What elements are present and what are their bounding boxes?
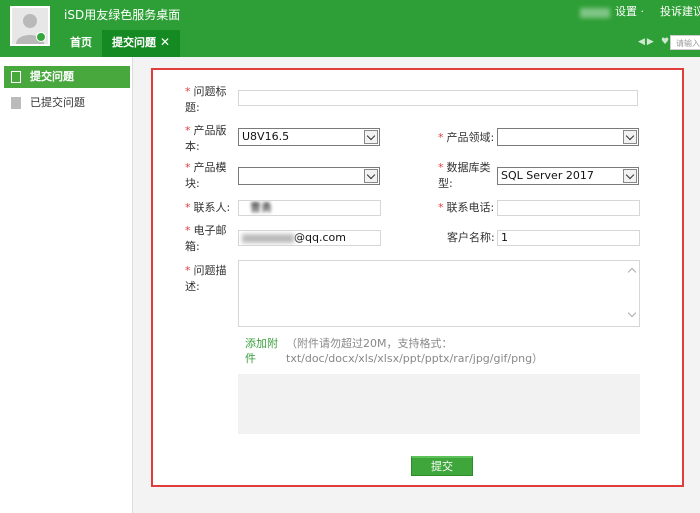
settings-menu[interactable]: 设置 · [615, 3, 644, 19]
database-type-label: * 数据库类型: [438, 161, 491, 190]
attachment-dropzone[interactable] [238, 374, 640, 434]
description-textarea[interactable] [238, 260, 640, 327]
customer-name-input[interactable]: 1 [497, 230, 640, 246]
contact-input[interactable]: 曹勇 [238, 200, 381, 216]
submit-button[interactable]: 提交 [411, 456, 473, 476]
online-check-icon [36, 32, 46, 42]
tab-submit-label: 提交问题 [112, 36, 156, 49]
user-avatar[interactable] [10, 6, 50, 46]
email-redacted [242, 233, 294, 243]
database-type-value: SQL Server 2017 [501, 169, 594, 182]
customer-name-value: 1 [501, 231, 508, 244]
email-label: * 电子邮箱: [185, 224, 227, 253]
sidebar-item-label: 已提交问题 [30, 96, 85, 109]
description-label: * 问题描述: [185, 264, 227, 293]
attachment-note: （附件请勿超过20M，支持格式：txt/doc/docx/xls/xlsx/pp… [286, 337, 544, 365]
add-attachment-link[interactable]: 添加附件 [245, 336, 279, 366]
question-title-input[interactable] [238, 90, 638, 106]
search-input[interactable]: 请输入 [670, 35, 700, 50]
email-input[interactable]: @qq.com [238, 230, 381, 246]
edit-check-icon [11, 71, 21, 83]
contact-label: * 联系人: [185, 201, 231, 214]
app-title: iSD用友绿色服务桌面 [64, 8, 181, 22]
phone-label: * 联系电话: [438, 201, 495, 214]
chevron-down-icon [623, 169, 637, 183]
product-module-label: * 产品模块: [185, 161, 227, 190]
sidebar-item-submit-question[interactable]: 提交问题 [4, 66, 130, 88]
question-title-label: * 问题标题: [185, 85, 227, 114]
sidebar-item-label: 提交问题 [30, 70, 74, 83]
email-value: @qq.com [294, 231, 346, 244]
close-icon[interactable]: ✕ [160, 30, 170, 55]
tab-scroll-arrows-icon[interactable]: ◀▶ [638, 37, 656, 47]
chevron-down-icon [364, 169, 378, 183]
sidebar-item-submitted-questions[interactable]: 已提交问题 [4, 92, 130, 114]
phone-input[interactable] [497, 200, 640, 216]
sidebar: 提交问题 已提交问题 [0, 57, 133, 513]
product-domain-label: * 产品领域: [438, 131, 495, 144]
chevron-down-icon [364, 130, 378, 144]
app-header: iSD用友绿色服务桌面 首页 提交问题 ✕ 设置 · 投诉建议 ◀▶ ♥ 请输入 [0, 0, 700, 57]
customer-name-label: 客户名称: [447, 231, 495, 244]
scroll-down-icon[interactable] [627, 308, 637, 318]
tab-home[interactable]: 首页 [62, 30, 100, 57]
database-type-select[interactable]: SQL Server 2017 [497, 167, 639, 185]
product-version-label: * 产品版本: [185, 124, 227, 153]
product-version-value: U8V16.5 [242, 130, 290, 143]
chevron-down-icon [623, 130, 637, 144]
document-icon [11, 97, 21, 109]
heart-icon[interactable]: ♥ [661, 37, 669, 47]
feedback-link[interactable]: 投诉建议 [660, 3, 700, 19]
username-redacted [580, 8, 610, 18]
product-domain-select[interactable] [497, 128, 639, 146]
product-version-select[interactable]: U8V16.5 [238, 128, 380, 146]
product-module-select[interactable] [238, 167, 380, 185]
scroll-up-icon[interactable] [627, 267, 637, 277]
tab-submit-question[interactable]: 提交问题 ✕ [102, 30, 180, 57]
contact-value: 曹勇 [250, 201, 272, 214]
